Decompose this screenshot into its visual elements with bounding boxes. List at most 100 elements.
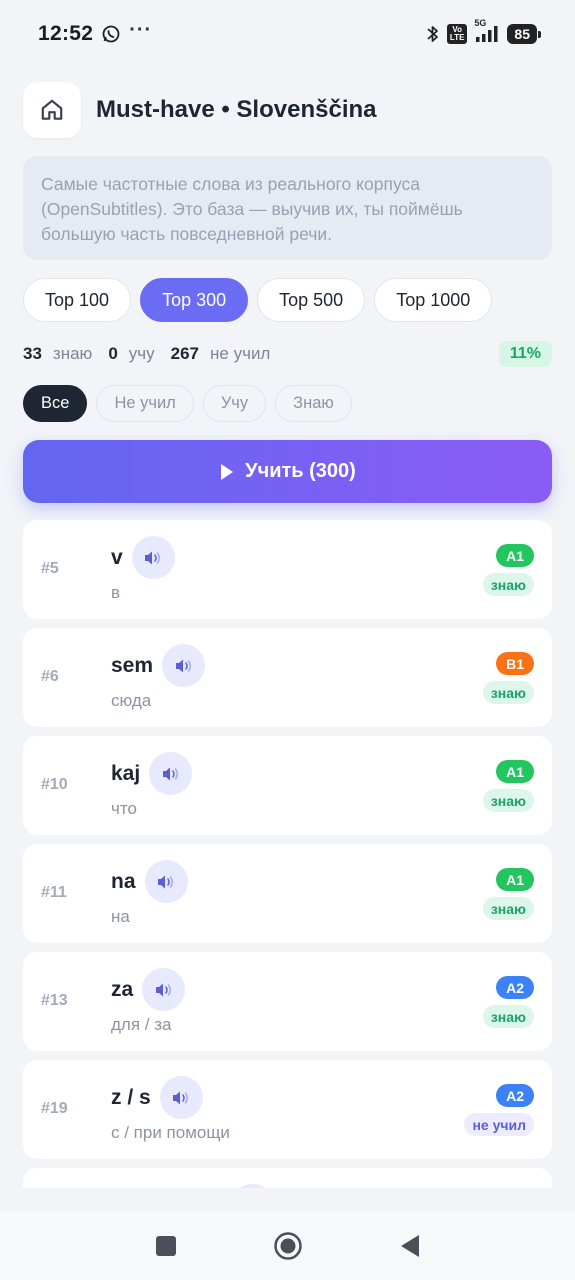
- status-left: 12:52 ···: [38, 18, 153, 46]
- battery-icon: 85: [507, 24, 541, 44]
- learning-label: учу: [128, 344, 155, 363]
- speaker-icon: [173, 1091, 189, 1104]
- recents-icon: [155, 1236, 176, 1256]
- status-badge: знаю: [482, 573, 534, 596]
- word-text: na: [111, 869, 136, 893]
- word-card[interactable]: #19 z / s с / при помощи A2 не учил: [23, 1060, 552, 1159]
- status-badge: знаю: [482, 681, 534, 704]
- word-rank: #5: [41, 560, 59, 577]
- status-bar: 12:52 ··· Vo LTE 5G 85: [0, 0, 575, 68]
- home-icon: [41, 99, 63, 120]
- play-icon: [221, 463, 234, 480]
- speaker-button[interactable]: [144, 860, 188, 903]
- new-count: 267: [170, 344, 200, 363]
- word-card[interactable]: #13 za для / за A2 знаю: [23, 952, 552, 1051]
- filter-learning[interactable]: Учу: [202, 385, 267, 422]
- speaker-button[interactable]: [231, 1184, 274, 1188]
- word-card[interactable]: #11 na на A1 знаю: [23, 844, 552, 943]
- status-badge: знаю: [482, 897, 534, 920]
- home-button[interactable]: [23, 82, 81, 138]
- study-button[interactable]: Учить (300): [23, 440, 552, 503]
- speaker-button[interactable]: [159, 1076, 203, 1119]
- back-button[interactable]: [393, 1229, 427, 1263]
- status-badge: не учил: [464, 1113, 534, 1136]
- tab-top-300[interactable]: Top 300: [140, 278, 249, 322]
- progress-badge: 11%: [498, 341, 552, 367]
- speaker-icon: [158, 875, 174, 888]
- system-nav-bar: [0, 1212, 575, 1280]
- speaker-icon: [145, 551, 161, 564]
- word-translation: в: [111, 583, 121, 602]
- level-badge: A2: [496, 976, 534, 999]
- page-title: Must-have • Slovenščina: [96, 96, 377, 123]
- status-badge: знаю: [482, 789, 534, 812]
- word-card[interactable]: #10 kaj что A1 знаю: [23, 736, 552, 835]
- speaker-icon: [175, 659, 191, 672]
- tab-top-100[interactable]: Top 100: [23, 278, 132, 322]
- speaker-icon: [162, 767, 178, 780]
- speaker-button[interactable]: [149, 752, 193, 795]
- stats-row: 33 знаю 0 учу 267 не учил 11%: [23, 341, 552, 367]
- recents-button[interactable]: [149, 1229, 183, 1263]
- word-rank: #19: [41, 1100, 68, 1117]
- filter-not-learned[interactable]: Не учил: [96, 385, 194, 422]
- word-rank: #10: [41, 776, 68, 793]
- word-text: sem: [111, 653, 154, 677]
- word-text: kaj: [111, 761, 141, 785]
- word-translation: с / при помощи: [111, 1123, 230, 1142]
- signal-icon: 5G: [474, 18, 500, 44]
- filter-all[interactable]: Все: [23, 385, 88, 422]
- speaker-button[interactable]: [131, 536, 175, 579]
- known-count: 33: [23, 344, 42, 363]
- volte-icon: Vo LTE: [446, 24, 468, 44]
- word-rank: #11: [41, 884, 67, 901]
- network-type: 5G: [474, 18, 487, 28]
- word-rank: #6: [41, 668, 59, 685]
- filter-known[interactable]: Знаю: [275, 385, 352, 422]
- tab-top-500[interactable]: Top 500: [257, 278, 366, 322]
- word-list: #5 v в A1 знаю #6 sem сюда B1 знаю #10 k…: [23, 520, 552, 1188]
- speaker-icon: [155, 983, 171, 996]
- level-badge: B1: [496, 652, 534, 675]
- home-nav-button[interactable]: [271, 1229, 305, 1263]
- study-button-label: Учить (300): [245, 460, 356, 482]
- level-badge: A1: [496, 868, 534, 891]
- bluetooth-icon: [426, 24, 440, 44]
- more-notifications-icon: ···: [129, 18, 153, 41]
- tab-top-1000[interactable]: Top 1000: [374, 278, 493, 322]
- word-row: za: [111, 968, 186, 1011]
- word-row: na: [111, 860, 188, 903]
- learning-count: 0: [108, 344, 118, 363]
- home-circle-icon: [273, 1232, 302, 1260]
- word-rank: #13: [41, 992, 68, 1009]
- speaker-button[interactable]: [162, 644, 206, 687]
- word-card-partial[interactable]: [23, 1168, 552, 1188]
- status-time: 12:52: [38, 22, 94, 45]
- volte-line2: LTE: [449, 33, 465, 42]
- filter-chips: Все Не учил Учу Знаю: [23, 385, 352, 422]
- level-badge: A1: [496, 760, 534, 783]
- description-box: Самые частотные слова из реального корпу…: [23, 156, 552, 260]
- word-text: v: [111, 545, 123, 569]
- word-card[interactable]: #5 v в A1 знаю: [23, 520, 552, 619]
- word-translation: на: [111, 907, 130, 926]
- new-label: не учил: [210, 344, 271, 363]
- word-translation: сюда: [111, 691, 152, 710]
- word-translation: для / за: [111, 1015, 172, 1034]
- top-tabs: Top 100 Top 300 Top 500 Top 1000: [23, 278, 493, 322]
- whatsapp-icon: [101, 24, 121, 44]
- speaker-button[interactable]: [142, 968, 186, 1011]
- word-translation: что: [111, 799, 137, 818]
- header: Must-have • Slovenščina: [23, 82, 377, 138]
- level-badge: A2: [496, 1084, 534, 1107]
- status-badge: знаю: [482, 1005, 534, 1028]
- word-row: kaj: [111, 752, 193, 795]
- word-text: za: [111, 977, 134, 1001]
- word-text: z / s: [111, 1085, 151, 1109]
- word-row: sem: [111, 644, 206, 687]
- word-row: z / s: [111, 1076, 203, 1119]
- status-right: Vo LTE 5G 85: [426, 18, 541, 44]
- word-card[interactable]: #6 sem сюда B1 знаю: [23, 628, 552, 727]
- word-row: v: [111, 536, 175, 579]
- level-badge: A1: [496, 544, 534, 567]
